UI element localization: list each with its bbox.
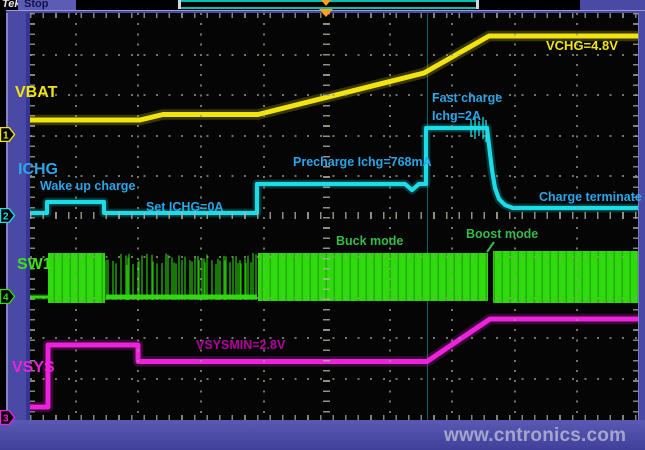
annotation-vsysmin: VSYSMIN=2.8V (196, 338, 285, 352)
annotation-sw1: SW1 (17, 256, 52, 274)
top-right-filler (580, 0, 645, 10)
record-view-left-bracket (178, 0, 181, 9)
oscilloscope-screen: Tek Stop VCHG=4.8VVBATFast chargeIchg=2A… (0, 0, 645, 450)
channel-marker-arrow-icon: 1 (0, 127, 16, 142)
acquisition-status-label: Stop (24, 0, 48, 10)
watermark: www.cntronics.com (444, 425, 626, 447)
channel-1-position-marker[interactable]: 1 (0, 127, 16, 147)
trigger-position-marker-icon[interactable] (319, 9, 333, 17)
graticule-hline (30, 175, 638, 177)
svg-text:4: 4 (3, 293, 9, 304)
annotation-vsys: VSYS (12, 359, 55, 377)
display-frame-right (638, 13, 645, 421)
annotation-vbat: VBAT (15, 84, 57, 102)
channel-3-position-marker[interactable]: 3 (0, 410, 16, 430)
annotation-ichg2a: Ichg=2A (432, 109, 481, 123)
channel-marker-arrow-icon: 4 (0, 289, 16, 304)
graticule-hline (30, 297, 638, 299)
channel-2-position-marker[interactable]: 2 (0, 208, 16, 228)
annotation-fastcharge: Fast charge (432, 91, 502, 105)
annotation-wakeup: Wake up charge (40, 179, 135, 193)
svg-text:1: 1 (3, 131, 9, 142)
vsys-trace (30, 319, 638, 407)
annotation-terminate: Charge terminate (539, 190, 642, 204)
annotation-precharge: Precharge Ichg=768mA (293, 155, 432, 169)
channel-4-position-marker[interactable]: 4 (0, 289, 16, 309)
graticule-hline (30, 135, 638, 137)
graticule-hline (30, 54, 638, 56)
channel-marker-arrow-icon: 2 (0, 208, 16, 223)
annotation-buckmode: Buck mode (336, 234, 403, 248)
graticule-hline (30, 378, 638, 380)
waveform-graticule (30, 13, 638, 420)
sw1-block-texture (258, 253, 488, 301)
boost-mode-pointer (487, 242, 494, 252)
annotation-vchg: VCHG=4.8V (546, 38, 618, 53)
svg-text:2: 2 (3, 212, 9, 223)
annotation-boostmode: Boost mode (466, 227, 538, 241)
graticule-hline (30, 337, 638, 339)
acquisition-status: Stop (18, 0, 76, 10)
record-view-right-bracket (476, 0, 479, 9)
svg-text:3: 3 (3, 413, 9, 424)
graticule-hline (30, 94, 638, 96)
graticule-center-haxis (30, 212, 638, 219)
channel-marker-arrow-icon: 3 (0, 410, 16, 425)
trigger-position-icon[interactable] (321, 0, 331, 6)
annotation-ichg: ICHG (18, 161, 58, 179)
annotation-setichg: Set ICHG=0A (146, 200, 223, 214)
graticule-hline (30, 256, 638, 258)
